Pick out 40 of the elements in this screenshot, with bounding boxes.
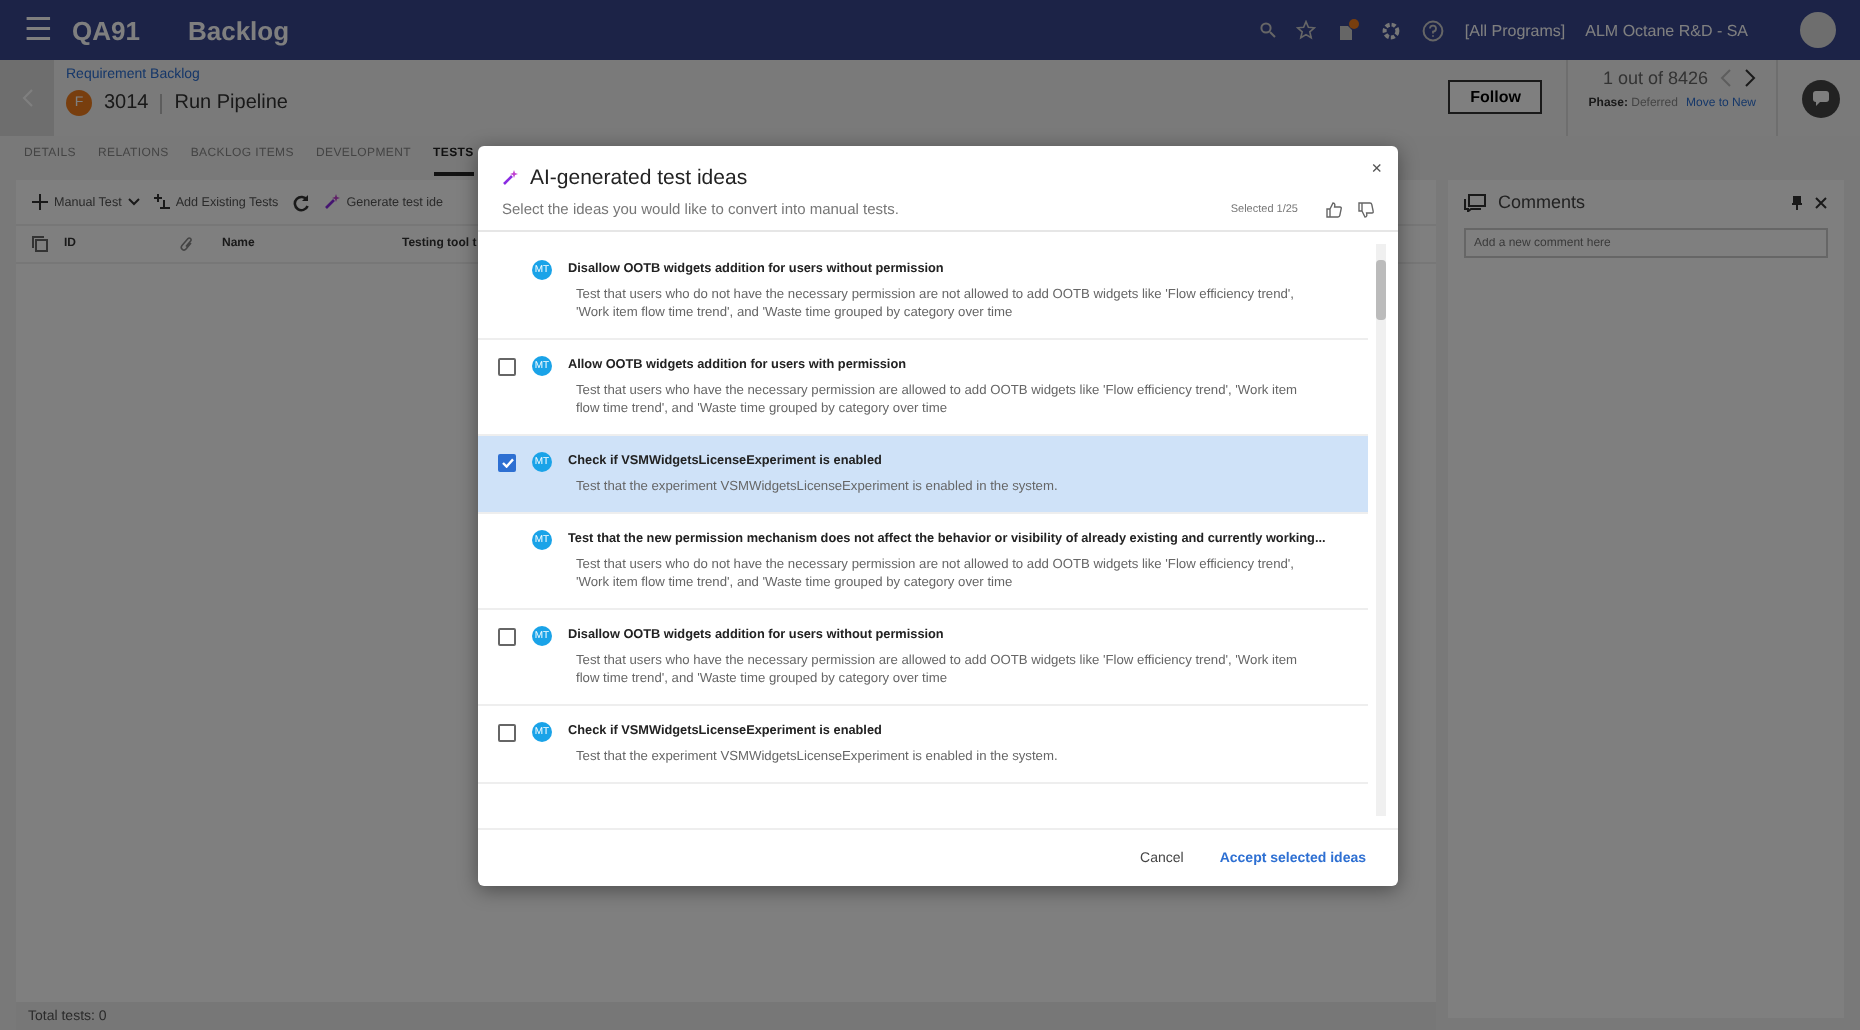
user-avatar[interactable]	[1800, 12, 1836, 48]
scroll-thumb[interactable]	[1376, 260, 1386, 320]
close-button[interactable]: ×	[1371, 158, 1382, 178]
select-all-icon[interactable]	[32, 236, 48, 252]
checkbox[interactable]	[498, 724, 516, 742]
close-icon[interactable]	[1814, 195, 1828, 209]
search-icon[interactable]	[1260, 22, 1277, 38]
chat-button[interactable]	[1802, 79, 1840, 117]
scrollbar[interactable]	[1376, 244, 1386, 816]
workspace-name[interactable]: ALM Octane R&D - SA	[1585, 21, 1748, 39]
settings-icon[interactable]	[1380, 19, 1403, 41]
comment-icon	[1464, 193, 1486, 211]
caret-icon	[127, 198, 140, 206]
pin-icon[interactable]	[1792, 195, 1802, 209]
checkbox[interactable]	[498, 454, 516, 472]
notification-icon[interactable]	[1336, 18, 1361, 42]
help-icon[interactable]	[1422, 19, 1445, 41]
module-title[interactable]: Backlog	[187, 15, 290, 45]
checkbox[interactable]	[498, 358, 516, 376]
plus-icon	[32, 194, 48, 210]
attachment-icon	[180, 236, 194, 252]
thumbs-down-icon[interactable]	[1358, 201, 1374, 217]
program-filter[interactable]: [All Programs]	[1464, 21, 1566, 39]
chat-icon	[1812, 90, 1830, 106]
item-title: Run Pipeline	[174, 92, 288, 114]
star-icon[interactable]	[1296, 20, 1317, 40]
sparkle-icon	[324, 194, 341, 210]
menu-icon[interactable]: ☰	[24, 10, 52, 50]
thumbs-up-icon[interactable]	[1326, 201, 1342, 217]
sparkle-icon	[502, 170, 518, 186]
checkbox[interactable]	[498, 628, 516, 646]
follow-button[interactable]: Follow	[1448, 80, 1543, 114]
refresh-icon[interactable]	[292, 193, 311, 211]
panel-title: Comments	[1498, 192, 1586, 212]
dialog-title: AI-generated test ideas	[530, 166, 748, 190]
record-counter: 1 out of 8426	[1602, 68, 1708, 88]
item-id: 3014	[104, 92, 149, 114]
next-icon[interactable]	[1744, 68, 1756, 88]
add-list-icon	[153, 194, 170, 210]
app-name: QA91	[72, 15, 140, 45]
